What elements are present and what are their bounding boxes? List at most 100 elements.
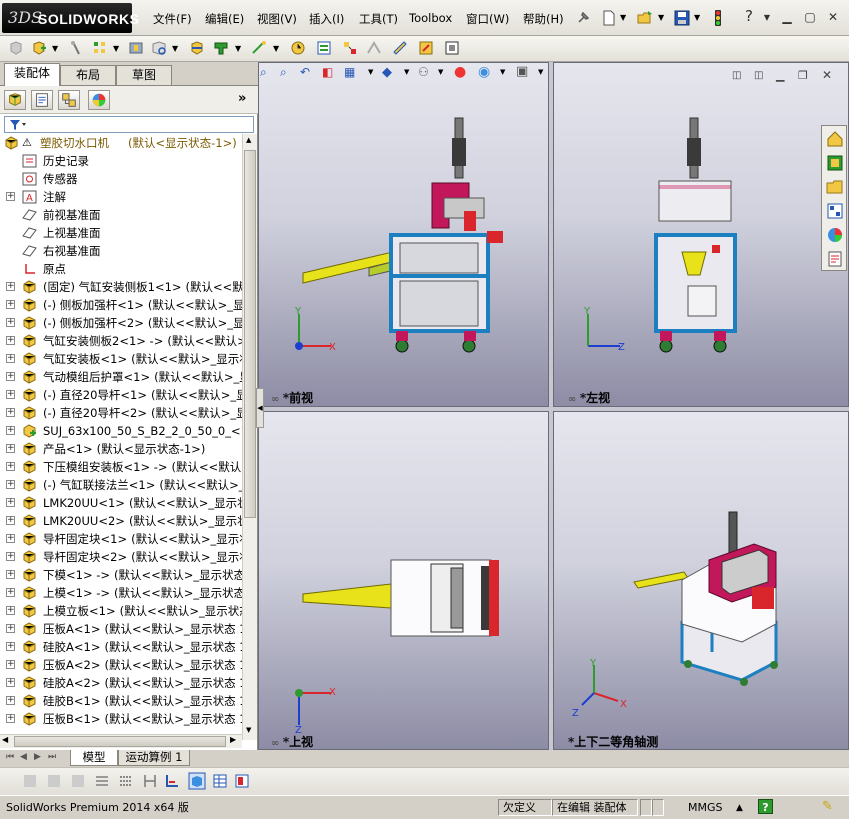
filter-bar[interactable] (4, 116, 254, 133)
tab-scroll-first-icon[interactable]: ⏮ (6, 752, 14, 762)
tile-right-icon[interactable]: ◫ (754, 70, 763, 81)
tab-scroll-prev-icon[interactable]: ◀ (20, 752, 27, 762)
scroll-up-icon[interactable]: ▲ (246, 136, 251, 144)
axis-display-icon[interactable] (164, 773, 180, 789)
assembly-features-icon[interactable] (213, 40, 229, 56)
menu-window[interactable]: 窗口(W) (466, 11, 509, 27)
custom-properties-icon[interactable] (825, 249, 845, 269)
expand-toggle-icon[interactable]: + (6, 624, 15, 633)
display-manager-icon[interactable] (88, 90, 110, 110)
expand-toggle-icon[interactable]: + (6, 300, 15, 309)
configuration-manager-icon[interactable] (58, 90, 80, 110)
tree-item[interactable]: + 压板A<1> (默认<<默认>_显示状态 1> (0, 620, 242, 638)
viewport-minimize-icon[interactable]: ▁ (776, 69, 784, 82)
tab-motion-study[interactable]: 运动算例 1 (118, 750, 190, 766)
mate-icon[interactable] (68, 40, 84, 56)
expand-toggle-icon[interactable]: + (6, 516, 15, 525)
pattern-dropdown-icon[interactable]: ▼ (113, 44, 121, 60)
3d-view-icon[interactable] (188, 772, 206, 790)
unit-system[interactable]: MMGS (688, 800, 723, 816)
scroll-thumb[interactable] (244, 150, 256, 518)
zoom-to-fit-icon[interactable]: ⌕ (260, 65, 267, 80)
new-dropdown-icon[interactable]: ▼ (620, 13, 628, 31)
display-dropdown-icon[interactable]: ▼ (404, 68, 409, 76)
graphics-area[interactable]: X Y ∞ *前视 Z Y ∞ *左视 ◫ ◫ ▁ ❐ ✕ X Z ∞ *上视 … (258, 62, 849, 750)
scroll-left-icon[interactable]: ◀ (2, 735, 8, 744)
expand-panel-icon[interactable]: » (238, 91, 246, 106)
expand-toggle-icon[interactable]: + (6, 282, 15, 291)
expand-toggle-icon[interactable]: + (6, 498, 15, 507)
expand-toggle-icon[interactable]: + (6, 354, 15, 363)
help-dropdown-icon[interactable]: ▼ (760, 13, 774, 22)
tree-item[interactable]: + 下压模组安装板<1> ->(默认<<默认> (0, 458, 242, 476)
smart-fasteners-icon[interactable] (128, 40, 144, 56)
grid-view-icon[interactable] (212, 773, 228, 789)
tile-left-icon[interactable]: ◫ (732, 70, 741, 81)
tree-item[interactable]: + A 注解 (0, 188, 242, 206)
rebuild-icon[interactable] (46, 773, 62, 789)
tree-item[interactable]: + 气缸安装板<1> (默认<<默认>_显示状 (0, 350, 242, 368)
menu-tools[interactable]: 工具(T) (359, 11, 398, 27)
expand-toggle-icon[interactable]: + (6, 660, 15, 669)
expand-toggle-icon[interactable]: + (6, 408, 15, 417)
move-dropdown-icon[interactable]: ▼ (172, 44, 180, 60)
tree-item[interactable]: + LMK20UU<1>(默认<<默认>_显示状态 (0, 494, 242, 512)
tab-sketch[interactable]: 草图 (116, 65, 172, 85)
tree-item[interactable]: + 气动模组后护罩<1> (默认<<默认>_显 (0, 368, 242, 386)
scroll-down-icon[interactable]: ▼ (246, 726, 251, 734)
expand-toggle-icon[interactable]: + (6, 534, 15, 543)
hide-show-items-icon[interactable]: ⚇ (418, 65, 429, 79)
dimension-icon[interactable] (142, 773, 158, 789)
viewport-left[interactable]: Z Y ∞ *左视 ◫ ◫ ▁ ❐ ✕ (553, 62, 849, 407)
tab-assembly[interactable]: 装配体 (4, 63, 60, 86)
minimize-icon[interactable]: ▁ (780, 10, 794, 24)
viewport-front[interactable]: X Y ∞ *前视 (258, 62, 549, 407)
tree-item[interactable]: + (-) 侧板加强杆<1> (默认<<默认>_显 (0, 296, 242, 314)
expand-toggle-icon[interactable]: + (6, 462, 15, 471)
settings-dropdown-icon[interactable]: ▼ (538, 68, 543, 76)
previous-view-icon[interactable]: ↶ (300, 65, 310, 79)
viewport-isometric[interactable]: X Y Z *上下二等角轴测 (553, 411, 849, 750)
tree-item[interactable]: + 产品<1> (默认<显示状态-1>) (0, 440, 242, 458)
tag-icon[interactable]: ✎ (822, 799, 833, 814)
tab-scroll-next-icon[interactable]: ▶ (34, 752, 41, 762)
save-icon[interactable] (673, 9, 691, 27)
collapse-panel-icon[interactable]: ◀ (256, 388, 264, 428)
tree-item[interactable]: + 导杆固定块<2> (默认<<默认>_显示状 (0, 548, 242, 566)
expand-toggle-icon[interactable]: + (6, 696, 15, 705)
expand-toggle-icon[interactable]: + (6, 678, 15, 687)
scroll-right-icon[interactable]: ▶ (230, 735, 236, 744)
menu-help[interactable]: 帮助(H) (523, 11, 564, 27)
tree-item[interactable]: + 压板B<1> (默认<<默认>_显示状态 1> (0, 710, 242, 728)
list-view-icon[interactable] (94, 773, 110, 789)
expand-toggle-icon[interactable]: + (6, 372, 15, 381)
tree-item[interactable]: 前视基准面 (0, 206, 242, 224)
design-library-icon[interactable] (825, 153, 845, 173)
viewport-top[interactable]: X Z ∞ *上视 (258, 411, 549, 750)
property-manager-icon[interactable] (31, 90, 53, 110)
tree-item[interactable]: + 上模立板<1> (默认<<默认>_显示状态 (0, 602, 242, 620)
expand-toggle-icon[interactable]: + (6, 552, 15, 561)
expand-toggle-icon[interactable]: + (6, 390, 15, 399)
move-component-icon[interactable] (151, 40, 167, 56)
explode-line-sketch-icon[interactable] (366, 40, 382, 56)
tree-item[interactable]: 原点 (0, 260, 242, 278)
close-icon[interactable]: ✕ (826, 10, 840, 24)
open-dropdown-icon[interactable]: ▼ (658, 13, 666, 31)
viewport-splitter-vertical[interactable] (549, 62, 553, 750)
menu-insert[interactable]: 插入(I) (309, 11, 344, 27)
expand-toggle-icon[interactable]: + (6, 588, 15, 597)
menu-toolbox[interactable]: Toolbox (409, 11, 452, 25)
exploded-view-icon[interactable] (342, 40, 358, 56)
display-style-icon[interactable]: ◆ (382, 65, 392, 80)
viewport-splitter-horizontal[interactable] (258, 407, 849, 411)
new-motion-study-icon[interactable] (290, 40, 306, 56)
tab-model[interactable]: 模型 (70, 750, 118, 766)
tree-item[interactable]: + 导杆固定块<1> (默认<<默认>_显示状 (0, 530, 242, 548)
tree-item[interactable]: + (-) 气缸联接法兰<1> (默认<<默认>_ (0, 476, 242, 494)
file-explorer-icon[interactable] (825, 177, 845, 197)
tree-root-assembly[interactable]: ⚠ 塑胶切水口机 (默认<显示状态-1>) (0, 134, 242, 152)
interference-detection-icon[interactable] (392, 40, 408, 56)
feature-tree-icon[interactable] (4, 90, 26, 110)
menu-edit[interactable]: 编辑(E) (205, 11, 244, 27)
